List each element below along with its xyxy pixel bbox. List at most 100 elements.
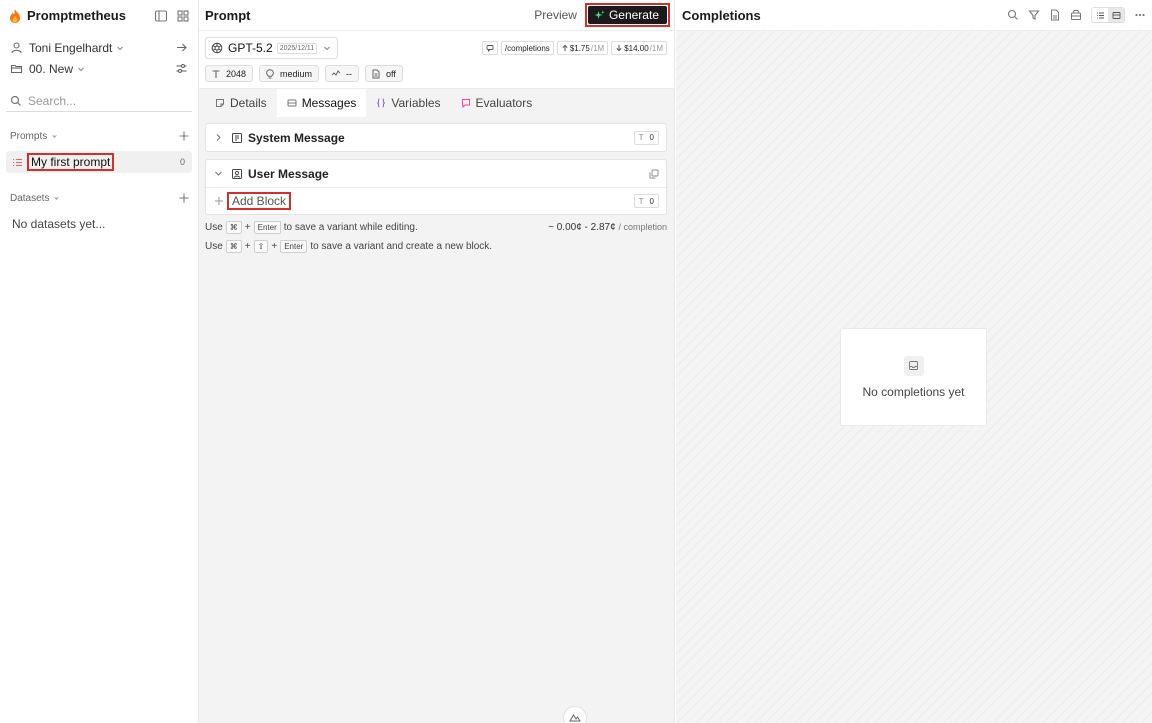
- prompts-label: Prompts: [10, 130, 48, 142]
- search-input[interactable]: Search...: [6, 90, 192, 112]
- input-price: $1.75: [569, 43, 590, 53]
- tab-evaluators[interactable]: Evaluators: [451, 89, 543, 117]
- arrow-down-icon: [615, 44, 623, 52]
- prompts-section-header: Prompts: [0, 127, 198, 145]
- output-price-unit: /1M: [649, 43, 663, 53]
- text-t-icon: [211, 69, 221, 79]
- search-icon: [10, 95, 22, 107]
- view-toggle: [1091, 7, 1125, 23]
- kbd-enter: Enter: [280, 239, 308, 253]
- user-message-header[interactable]: User Message: [206, 160, 666, 187]
- chat-bubble-icon: [486, 44, 494, 52]
- inbox-icon-box: [903, 355, 924, 376]
- format-value: off: [386, 68, 396, 79]
- chevron-down-icon[interactable]: [214, 169, 223, 178]
- grid-icon[interactable]: [176, 9, 190, 23]
- system-message-header[interactable]: System Message T 0: [206, 124, 666, 151]
- app-title: Promptmetheus: [27, 8, 126, 23]
- hint-text: +: [271, 240, 278, 252]
- user-message-title: User Message: [248, 166, 329, 181]
- sidebar: Promptmetheus Toni Engelhardt 00. New Se…: [0, 0, 199, 723]
- sidebar-toggle-icon[interactable]: [154, 9, 168, 23]
- sliders-icon[interactable]: [175, 62, 188, 75]
- plus-icon[interactable]: [214, 196, 224, 206]
- save-variant-hint: Use ⌘ + Enter to save a variant while ed…: [199, 218, 674, 236]
- max-tokens-param[interactable]: 2048: [205, 65, 254, 82]
- caret-down-icon[interactable]: [51, 133, 58, 140]
- model-config: GPT-5.2 2025/12/11 /completions $1.75 /1…: [199, 31, 674, 89]
- search-icon[interactable]: [1007, 9, 1019, 21]
- format-param[interactable]: off: [365, 65, 403, 82]
- cost-estimate: ~ 0.00¢ - 2.87¢ / completion: [548, 222, 667, 233]
- chevron-down-icon: [323, 44, 331, 52]
- chat-mode-chip[interactable]: [481, 41, 498, 55]
- chevron-right-icon[interactable]: [214, 133, 223, 142]
- bookmark-icon: [461, 98, 471, 108]
- tab-messages[interactable]: Messages: [276, 89, 367, 117]
- tab-label: Messages: [301, 96, 357, 110]
- prompt-name[interactable]: My first prompt: [27, 153, 115, 171]
- user-message-card: User Message Add Block T 0: [205, 159, 667, 215]
- hint-text: +: [244, 221, 251, 233]
- cost-unit: / completion: [618, 221, 667, 232]
- new-block-hint: Use ⌘ + ⇧ + Enter to save a variant and …: [199, 237, 674, 255]
- input-price-chip: $1.75 /1M: [556, 41, 609, 55]
- tab-variables[interactable]: Variables: [366, 89, 450, 117]
- chevron-down-icon: [116, 44, 124, 52]
- sidebar-header: Promptmetheus: [0, 0, 198, 31]
- user-message-icon: [231, 168, 243, 180]
- user-row[interactable]: Toni Engelhardt: [0, 37, 198, 58]
- mountain-logo-icon: [569, 712, 581, 722]
- model-name: GPT-5.2: [228, 41, 273, 55]
- datasets-label: Datasets: [10, 192, 50, 204]
- user-icon: [10, 41, 23, 54]
- hint-text: to save a variant and create a new block…: [310, 240, 493, 252]
- prompt-tabs: Details Messages Variables Evaluators: [199, 89, 674, 117]
- prompt-count: 0: [179, 157, 185, 167]
- system-message-card: System Message T 0: [205, 123, 667, 152]
- arrow-up-icon: [561, 44, 569, 52]
- reasoning-param[interactable]: medium: [259, 65, 320, 82]
- generate-label: Generate: [608, 8, 659, 22]
- model-selector[interactable]: GPT-5.2 2025/12/11: [205, 37, 339, 59]
- caret-down-icon[interactable]: [53, 195, 60, 202]
- prompt-list-item[interactable]: My first prompt 0: [6, 151, 192, 173]
- scroll-up-button[interactable]: [563, 706, 587, 723]
- card-view-button[interactable]: [1108, 8, 1124, 22]
- export-document-icon[interactable]: [1049, 9, 1061, 21]
- preview-button[interactable]: Preview: [534, 8, 577, 22]
- tab-label: Details: [230, 96, 267, 110]
- hint-text: Use: [205, 240, 223, 252]
- token-count: T 0: [633, 130, 659, 145]
- add-prompt-icon[interactable]: [178, 130, 190, 142]
- card-view-icon: [1112, 11, 1121, 20]
- kbd-shift: ⇧: [253, 239, 269, 253]
- document-icon: [371, 69, 381, 79]
- model-params: 2048 medium -- off: [205, 65, 667, 82]
- hint-text: to save a variant while editing.: [283, 221, 418, 233]
- tab-details[interactable]: Details: [205, 89, 277, 117]
- filter-icon[interactable]: [1028, 9, 1040, 21]
- temperature-param[interactable]: --: [325, 65, 360, 82]
- datasets-empty-text: No datasets yet...: [12, 217, 106, 231]
- search-placeholder: Search...: [28, 93, 77, 108]
- copy-icon[interactable]: [649, 169, 659, 179]
- generate-button[interactable]: Generate: [587, 6, 667, 24]
- project-name: 00. New: [29, 61, 74, 76]
- tab-label: Evaluators: [475, 96, 533, 110]
- logout-arrow-icon[interactable]: [175, 41, 188, 54]
- system-message-icon: [231, 132, 243, 144]
- add-block-row: Add Block T 0: [206, 187, 666, 214]
- add-block-button[interactable]: Add Block: [227, 192, 292, 210]
- completions-header: Completions: [676, 0, 1152, 31]
- list-view-button[interactable]: [1092, 8, 1108, 22]
- chevron-down-icon: [77, 65, 85, 73]
- archive-icon[interactable]: [1070, 9, 1082, 21]
- more-horizontal-icon[interactable]: [1134, 9, 1146, 21]
- token-count: T 0: [633, 194, 659, 208]
- add-dataset-icon[interactable]: [178, 192, 190, 204]
- temperature-icon: [331, 69, 341, 79]
- list-icon: [12, 157, 23, 168]
- project-row[interactable]: 00. New: [0, 58, 198, 79]
- empty-completions-card: No completions yet: [840, 328, 987, 426]
